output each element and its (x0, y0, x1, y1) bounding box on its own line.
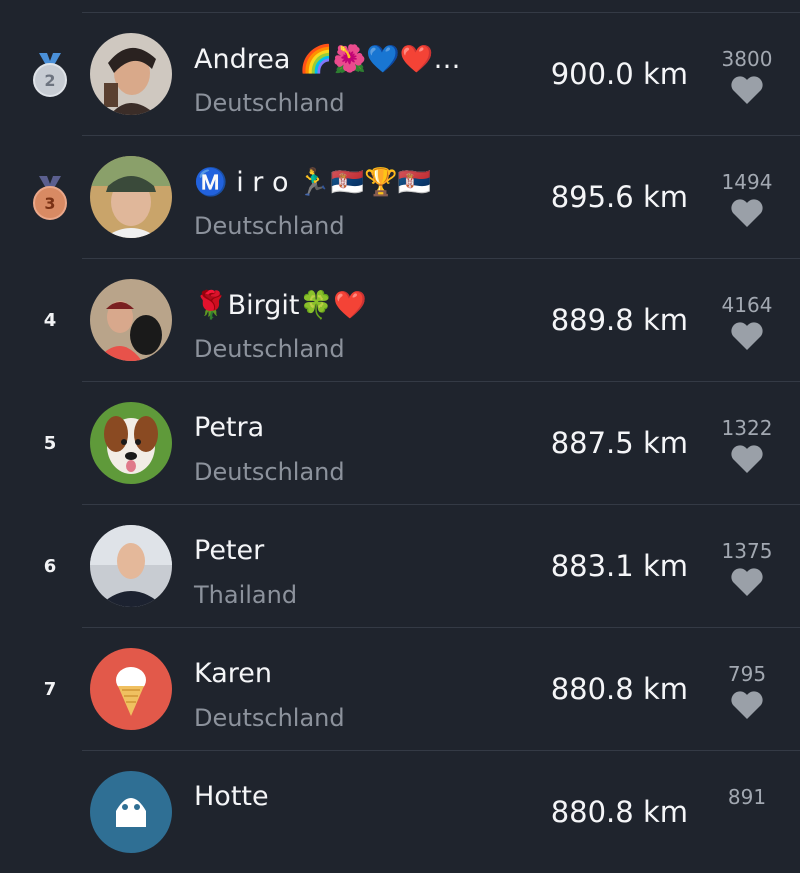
ghost-icon (90, 771, 172, 853)
like-control[interactable]: 3800 (712, 13, 782, 105)
like-control[interactable]: 1494 (712, 136, 782, 228)
avatar[interactable] (90, 525, 172, 607)
athlete-country: Thailand (194, 581, 298, 609)
rank-number: 2 (33, 63, 67, 97)
avatar[interactable] (90, 279, 172, 361)
avatar[interactable] (90, 771, 172, 853)
list-item[interactable]: 6 Peter Thailand 883.1 km 1375 (44, 504, 800, 627)
distance-value: 880.8 km (550, 672, 688, 706)
athlete-country: Deutschland (194, 458, 345, 486)
rank-cell: 4 (0, 259, 100, 381)
athlete-name: Hotte (194, 781, 269, 812)
athlete-name: Karen (194, 658, 273, 689)
distance-value: 887.5 km (550, 426, 688, 460)
athlete-country: Deutschland (194, 212, 345, 240)
avatar[interactable] (90, 156, 172, 238)
athlete-name: 🌹Birgit🍀❤️ (194, 290, 367, 321)
rank-cell: 6 (0, 505, 100, 627)
athlete-country: Deutschland (194, 335, 345, 363)
list-item[interactable]: Hotte 880.8 km 891 (82, 750, 800, 873)
like-control[interactable]: 891 (712, 751, 782, 809)
like-control[interactable]: 1375 (712, 505, 782, 597)
heart-icon[interactable] (730, 75, 764, 105)
list-item[interactable] (82, 0, 800, 12)
rank-number: 6 (43, 555, 57, 577)
rank-cell: 7 (0, 628, 100, 750)
distance-value: 900.0 km (550, 57, 688, 91)
silver-medal-icon: 2 (33, 53, 67, 97)
heart-icon[interactable] (730, 444, 764, 474)
heart-icon[interactable] (730, 321, 764, 351)
athlete-name: Andrea 🌈🌺💙❤️… (194, 44, 461, 75)
rank-cell: 3 (0, 136, 100, 258)
rank-number: 7 (43, 678, 57, 700)
athlete-name: Peter (194, 535, 265, 566)
leaderboard-list: 2 Andrea 🌈🌺💙❤️… Deutschland 900.0 km 380… (0, 0, 800, 873)
rank-cell: 5 (0, 382, 100, 504)
rank-number: 5 (43, 432, 57, 454)
like-count: 1322 (721, 416, 773, 440)
list-item[interactable]: 4 🌹Birgit🍀❤️ Deutschland 889.8 km 4164 (44, 258, 800, 381)
like-count: 795 (727, 662, 767, 686)
like-control[interactable]: 1322 (712, 382, 782, 474)
list-item[interactable]: 5 Petra Deutschland 887.5 km 1322 (44, 381, 800, 504)
athlete-name: Ⓜ️ i r o 🏃‍♂️🇷🇸🏆🇷🇸 (194, 167, 432, 198)
like-count: 1375 (721, 539, 773, 563)
athlete-country: Deutschland (194, 704, 345, 732)
like-count: 3800 (721, 47, 773, 71)
like-count: 4164 (721, 293, 773, 317)
rank-number: 3 (33, 186, 67, 220)
heart-icon[interactable] (730, 567, 764, 597)
like-control[interactable]: 795 (712, 628, 782, 720)
avatar[interactable] (90, 402, 172, 484)
list-item[interactable]: 3 Ⓜ️ i r o 🏃‍♂️🇷🇸🏆🇷🇸 Deutschland 895.6 k… (33, 135, 800, 258)
athlete-name: Petra (194, 412, 265, 443)
avatar[interactable] (90, 33, 172, 115)
heart-icon[interactable] (730, 198, 764, 228)
athlete-country: Deutschland (194, 89, 345, 117)
distance-value: 895.6 km (550, 180, 688, 214)
rank-number: 4 (43, 309, 57, 331)
like-count: 891 (727, 785, 767, 809)
list-item[interactable]: 2 Andrea 🌈🌺💙❤️… Deutschland 900.0 km 380… (33, 12, 800, 135)
distance-value: 880.8 km (550, 795, 688, 829)
rank-cell: 2 (0, 13, 100, 135)
distance-value: 889.8 km (550, 303, 688, 337)
avatar[interactable] (90, 648, 172, 730)
heart-icon[interactable] (730, 690, 764, 720)
like-count: 1494 (721, 170, 773, 194)
ice-cream-icon (90, 648, 172, 730)
like-control[interactable]: 4164 (712, 259, 782, 351)
list-item[interactable]: 7 Karen Deutschland 880.8 km 795 (44, 627, 800, 750)
bronze-medal-icon: 3 (33, 176, 67, 220)
distance-value: 883.1 km (550, 549, 688, 583)
